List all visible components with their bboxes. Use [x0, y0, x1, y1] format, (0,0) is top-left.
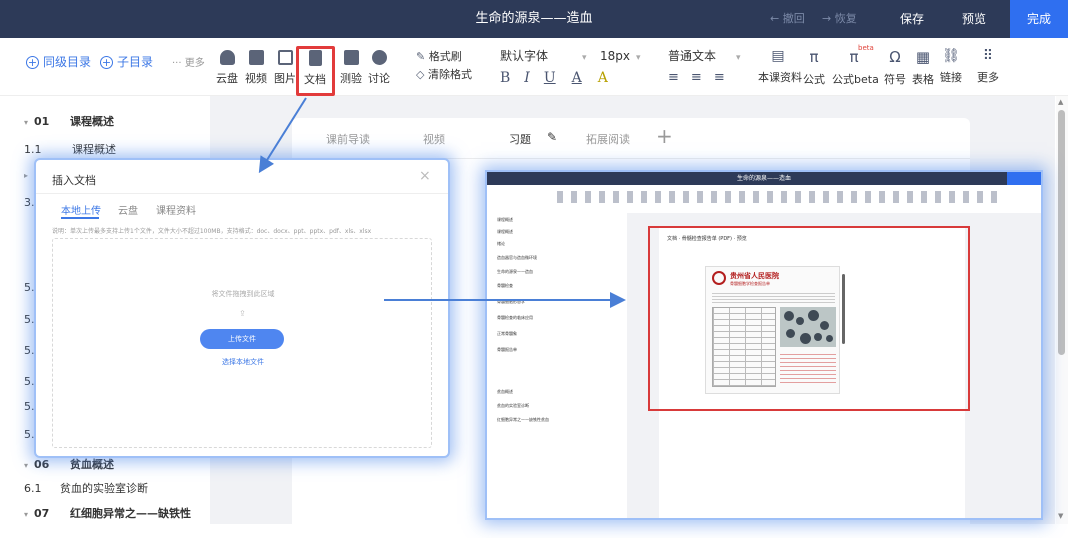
arrow-to-dialog	[258, 97, 307, 174]
annotation-arrows	[258, 97, 626, 308]
